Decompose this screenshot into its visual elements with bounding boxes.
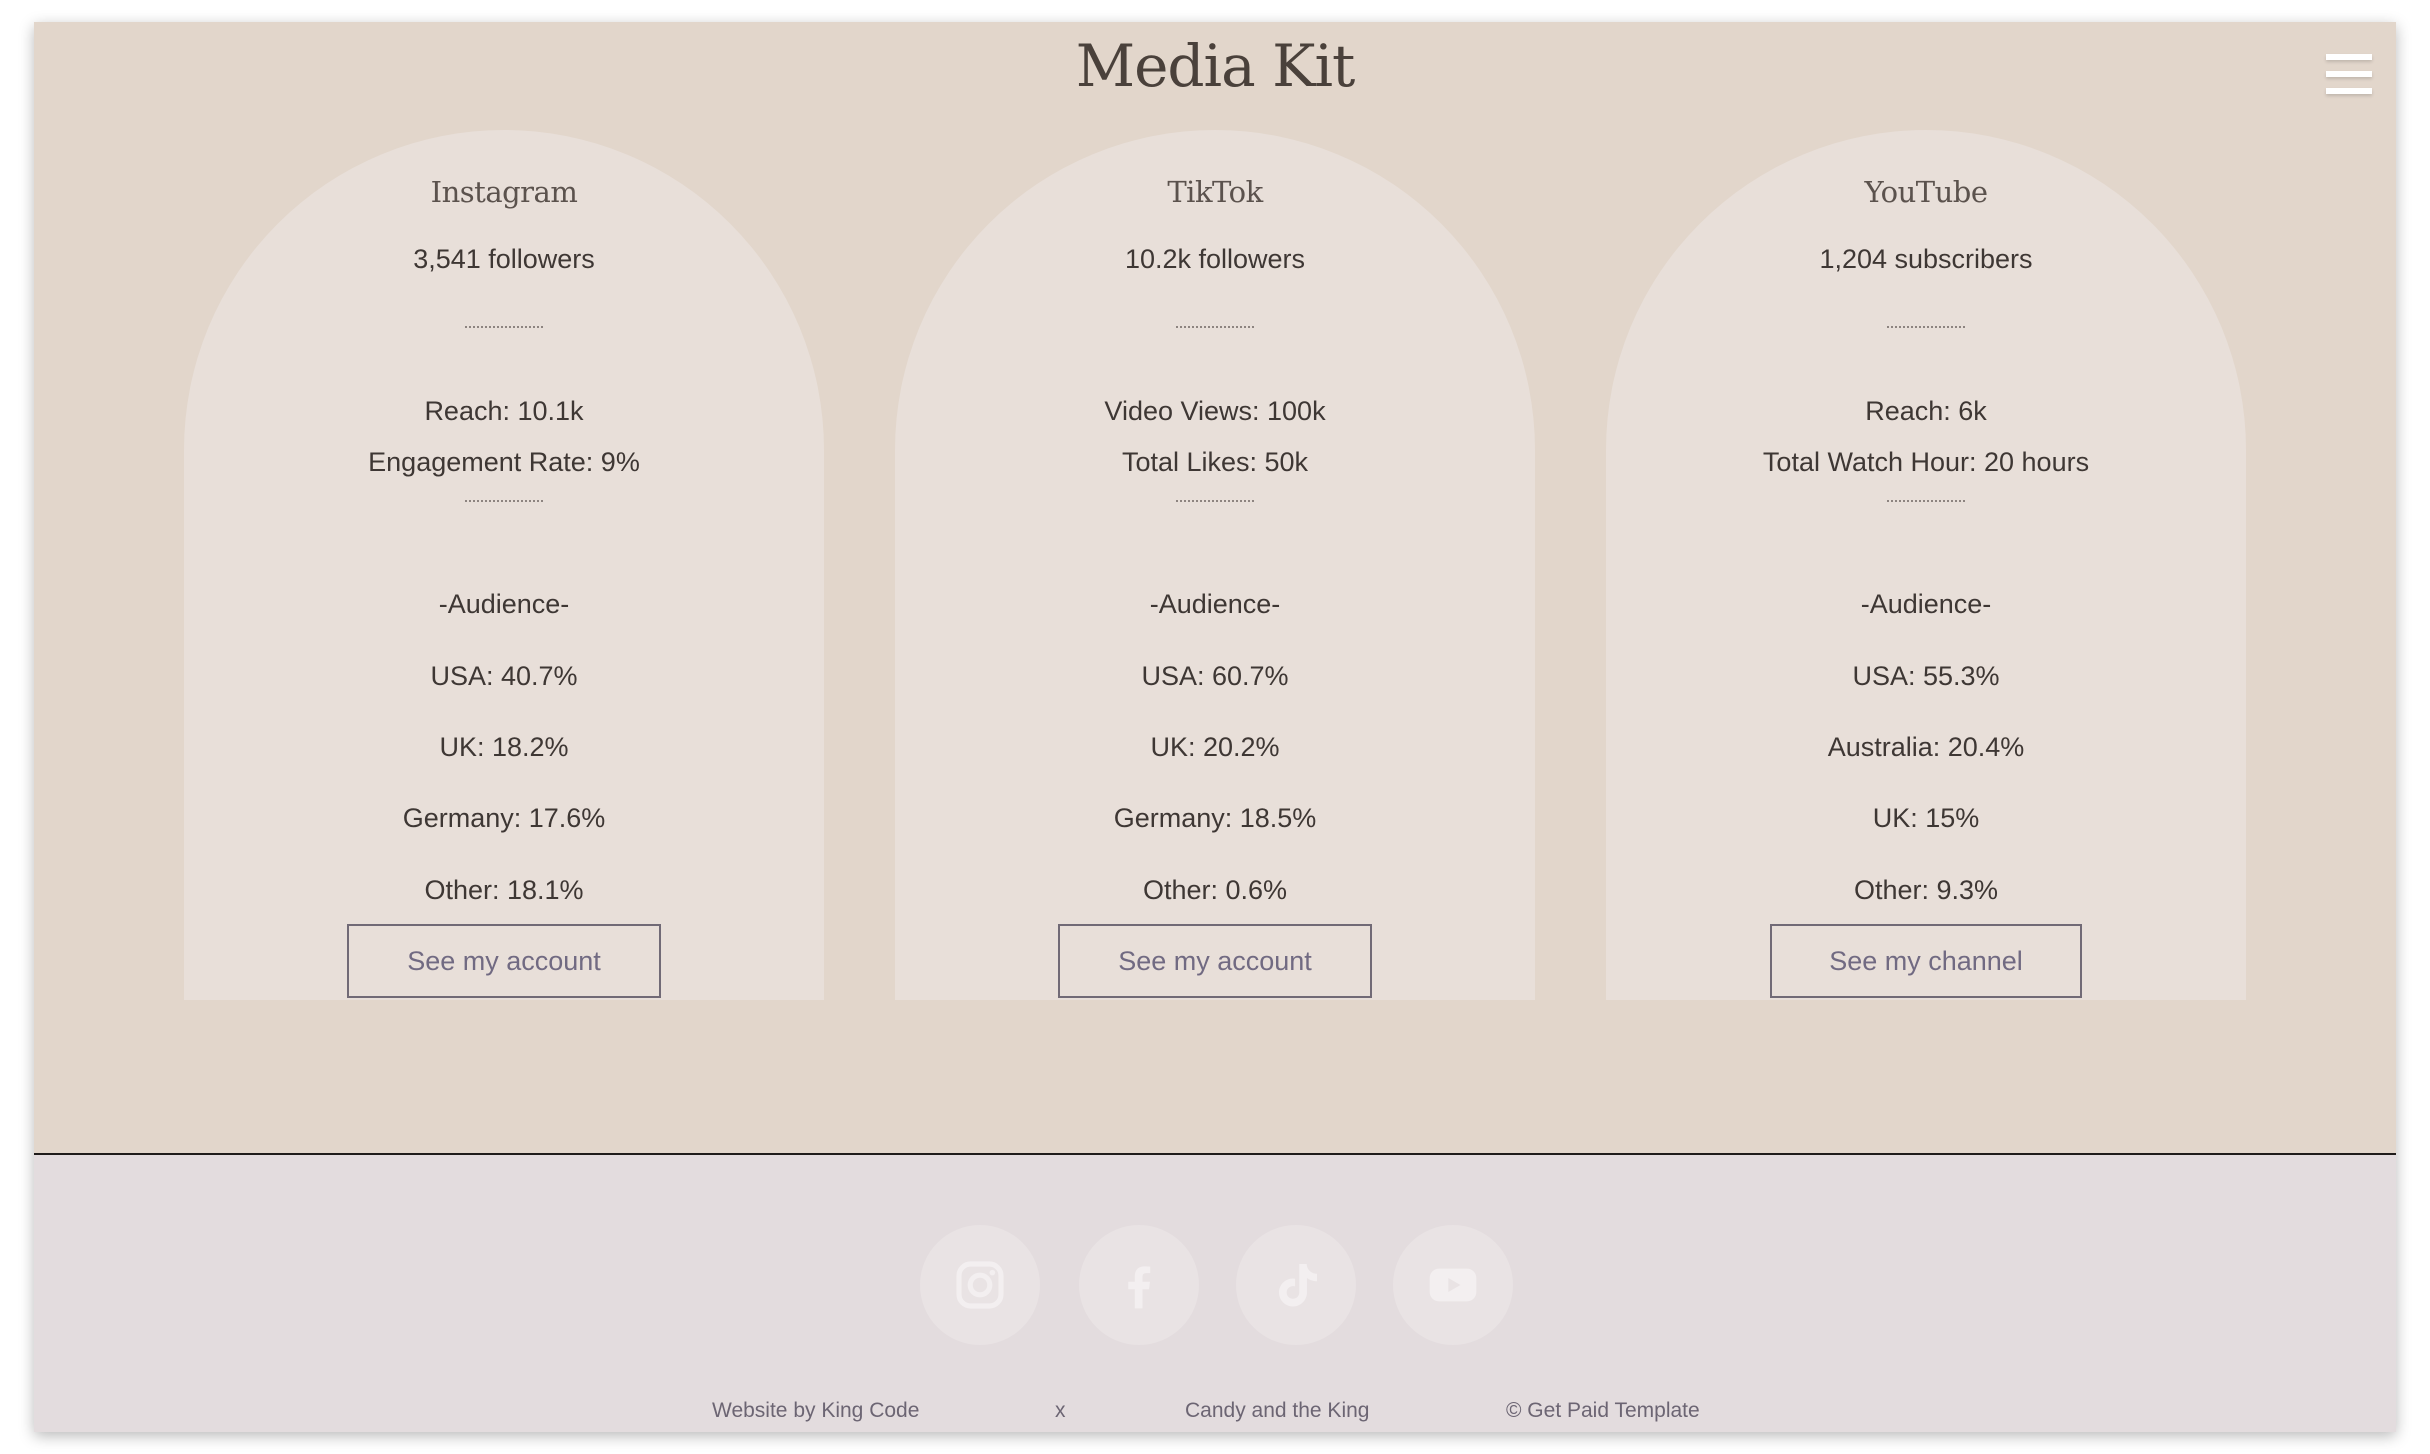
audience-item: UK: 15% xyxy=(1872,803,1980,833)
see-account-button[interactable]: See my account xyxy=(347,924,661,998)
stat-total-likes: Total Likes: 50k xyxy=(1121,447,1309,477)
audience-item: Germany: 17.6% xyxy=(402,803,606,833)
audience-item: Other: 18.1% xyxy=(424,875,584,905)
subscribers-count: 1,204 subscribers xyxy=(1819,244,2033,274)
audience-item: USA: 40.7% xyxy=(430,661,578,691)
audience-heading: -Audience- xyxy=(438,589,570,619)
stat-engagement: Engagement Rate: 9% xyxy=(368,447,640,477)
audience-item: Other: 0.6% xyxy=(1142,875,1288,905)
platform-name: Instagram xyxy=(430,175,578,209)
footer: Website by King Code x Candy and the Kin… xyxy=(34,1155,2396,1432)
credit-partner-link[interactable]: Candy and the King xyxy=(1185,1399,1369,1423)
see-account-button[interactable]: See my account xyxy=(1058,924,1372,998)
audience-item: USA: 60.7% xyxy=(1141,661,1289,691)
stat-reach: Reach: 6k xyxy=(1865,396,1987,426)
instagram-icon[interactable] xyxy=(920,1225,1040,1345)
menu-line xyxy=(2326,54,2372,60)
stat-video-views: Video Views: 100k xyxy=(1104,396,1326,426)
credit-template-link[interactable]: © Get Paid Template xyxy=(1506,1399,1700,1423)
youtube-icon-glyph xyxy=(1429,1268,1477,1302)
audience-item: UK: 20.2% xyxy=(1150,732,1280,762)
credit-website-link[interactable]: Website by King Code xyxy=(712,1399,919,1423)
platform-name: YouTube xyxy=(1864,175,1988,209)
tiktok-icon[interactable] xyxy=(1236,1225,1356,1345)
audience-item: USA: 55.3% xyxy=(1852,661,2000,691)
dotted-divider xyxy=(1887,326,1965,328)
instagram-card: Instagram 3,541 followers Reach: 10.1k E… xyxy=(184,130,824,1000)
see-channel-button[interactable]: See my channel xyxy=(1770,924,2082,998)
facebook-icon-glyph xyxy=(1128,1266,1151,1309)
dotted-divider xyxy=(1887,500,1965,502)
hamburger-menu-icon[interactable] xyxy=(2326,54,2372,94)
audience-item: Other: 9.3% xyxy=(1853,875,1999,905)
audience-item: Germany: 18.5% xyxy=(1113,803,1317,833)
audience-heading: -Audience- xyxy=(1860,589,1992,619)
platform-name: TikTok xyxy=(1167,175,1263,209)
credit-separator: x xyxy=(1055,1399,1066,1422)
followers-count: 10.2k followers xyxy=(1124,244,1306,274)
youtube-card: YouTube 1,204 subscribers Reach: 6k Tota… xyxy=(1606,130,2246,1000)
page-frame: Media Kit Instagram 3,541 followers Reac… xyxy=(34,22,2396,1432)
facebook-icon[interactable] xyxy=(1079,1225,1199,1345)
dotted-divider xyxy=(465,326,543,328)
stat-watch-hours: Total Watch Hour: 20 hours xyxy=(1762,447,2090,477)
instagram-icon-glyph xyxy=(956,1261,1004,1309)
dotted-divider xyxy=(465,500,543,502)
followers-count: 3,541 followers xyxy=(413,244,595,274)
dotted-divider xyxy=(1176,326,1254,328)
audience-heading: -Audience- xyxy=(1149,589,1281,619)
page-title: Media Kit xyxy=(1075,32,1356,100)
youtube-icon[interactable] xyxy=(1393,1225,1513,1345)
tiktok-icon-glyph xyxy=(1278,1264,1317,1307)
menu-line xyxy=(2326,88,2372,94)
menu-line xyxy=(2326,71,2372,77)
audience-item: UK: 18.2% xyxy=(439,732,569,762)
tiktok-card: TikTok 10.2k followers Video Views: 100k… xyxy=(895,130,1535,1000)
audience-item: Australia: 20.4% xyxy=(1827,732,2025,762)
dotted-divider xyxy=(1176,500,1254,502)
stat-reach: Reach: 10.1k xyxy=(424,396,584,426)
